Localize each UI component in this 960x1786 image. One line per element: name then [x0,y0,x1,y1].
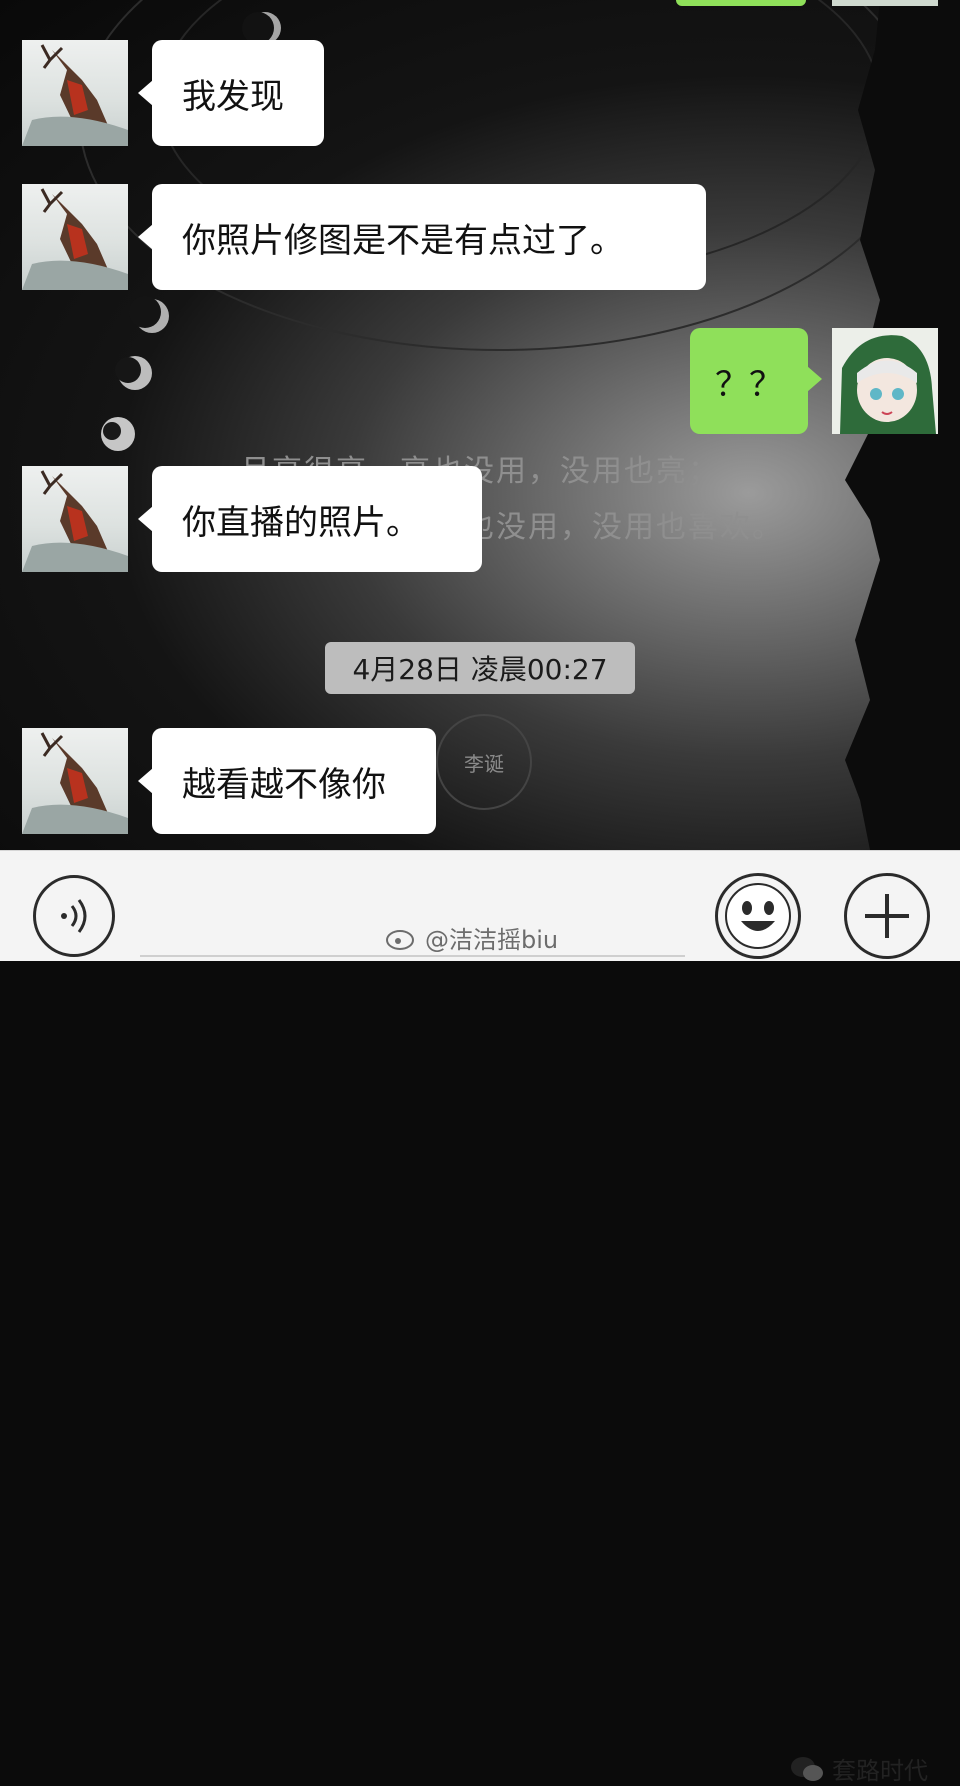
message-bubble[interactable]: 你照片修图是不是有点过了。 [138,184,706,290]
message-bubble[interactable]: 你直播的照片。 [138,466,482,572]
message-text: ？？ [715,364,783,405]
previous-sent-bubble [676,0,806,6]
contact-avatar[interactable] [22,728,128,834]
wallpaper-stamp: 李诞 [436,714,532,810]
deer-rider-avatar-art [22,470,128,572]
more-button[interactable] [844,873,930,959]
emoji-icon [725,883,791,949]
plus-icon [865,894,909,938]
message-text: 越看越不像你 [182,764,386,805]
previous-avatar [832,0,938,6]
brand-watermark: 套路时代 [790,1751,928,1786]
chat-timestamp: 4月28日 凌晨00:27 [325,642,635,694]
brand-text: 套路时代 [832,1757,928,1785]
contact-avatar[interactable] [22,466,128,572]
input-field-underline [140,955,685,957]
emoji-button[interactable] [715,873,801,959]
anime-girl-avatar-art [840,335,936,434]
voice-icon [61,899,87,933]
credit-text: @洁洁摇biu [425,926,559,954]
wechat-logo-icon [791,1756,823,1781]
message-text: 你直播的照片。 [182,502,420,543]
contact-avatar[interactable] [22,40,128,146]
message-bubble[interactable]: 越看越不像你 [138,728,436,834]
deer-rider-avatar-art [22,44,128,146]
deer-rider-avatar-art [22,732,128,834]
message-text: 我发现 [182,76,284,117]
weibo-logo-icon [386,929,414,950]
sent-message-bubble[interactable]: ？？ [690,328,822,434]
user-avatar[interactable] [832,328,938,434]
deer-rider-avatar-art [22,188,128,290]
credit-watermark: @洁洁摇biu [385,920,558,955]
voice-button[interactable] [33,875,115,957]
message-text: 你照片修图是不是有点过了。 [182,220,624,261]
message-bubble[interactable]: 我发现 [138,40,324,146]
contact-avatar[interactable] [22,184,128,290]
chat-wallpaper: 月亮很亮，亮也没用，没用也亮； 我喜欢你，喜欢也没用，没用也喜欢。 李诞 [0,0,960,850]
